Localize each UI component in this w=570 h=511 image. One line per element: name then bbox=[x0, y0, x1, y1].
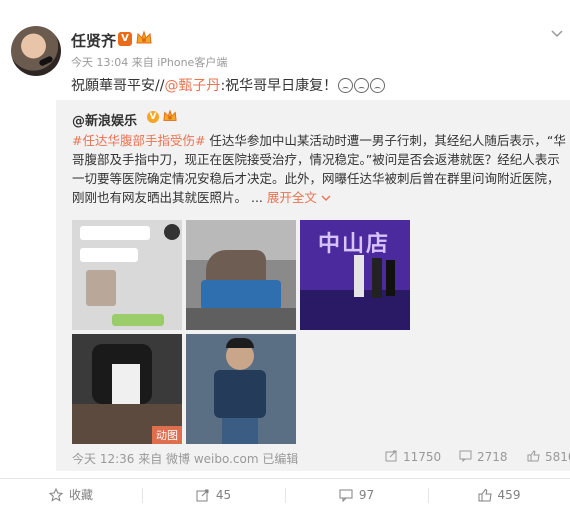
favorite-button[interactable]: 收藏 bbox=[0, 479, 142, 511]
gif-label: 动图 bbox=[152, 426, 182, 444]
repost-source-name[interactable]: @新浪娱乐 bbox=[72, 110, 137, 129]
like-button[interactable]: 459 bbox=[428, 479, 570, 511]
post-text-suffix: :祝华哥早日康复！ bbox=[220, 78, 338, 94]
comment-count: 2718 bbox=[477, 450, 508, 464]
photo-thumbnail[interactable]: 动图 bbox=[72, 334, 182, 444]
photo-thumbnail[interactable] bbox=[186, 220, 296, 330]
forward-icon bbox=[385, 450, 397, 462]
photo-thumbnail[interactable] bbox=[186, 334, 296, 444]
comment-button[interactable]: 97 bbox=[285, 479, 428, 511]
comment-icon bbox=[339, 489, 353, 502]
emoji-icon bbox=[338, 78, 354, 93]
comment-label: 97 bbox=[358, 488, 375, 502]
mention-link[interactable]: @甄子丹 bbox=[164, 78, 220, 94]
repost-body: #任达华腹部手指受伤# 任达华参加中山某活动时遭一男子行刺，其经纪人随后表示，“… bbox=[72, 131, 566, 207]
forward-icon bbox=[196, 489, 209, 502]
forward-button[interactable]: 45 bbox=[142, 479, 285, 511]
author-avatar[interactable] bbox=[11, 26, 61, 76]
repost-like-count[interactable]: 5810 bbox=[527, 450, 570, 464]
verified-icon: V bbox=[118, 32, 132, 46]
photo-thumbnail[interactable]: 中山店 bbox=[300, 220, 410, 330]
post-text: 祝願華哥平安//@甄子丹:祝华哥早日康复！ bbox=[71, 75, 386, 95]
repost-forward-count[interactable]: 11750 bbox=[385, 450, 441, 464]
repost-footer: 今天 12:36 来自 微博 weibo.com 已编辑 11750 2718 … bbox=[72, 450, 570, 466]
like-label: 459 bbox=[497, 488, 521, 502]
expand-link[interactable]: 展开全文 bbox=[267, 190, 317, 205]
more-chevron-icon[interactable] bbox=[550, 28, 564, 38]
member-crown-icon bbox=[163, 109, 177, 121]
favorite-label: 收藏 bbox=[68, 488, 93, 502]
comment-icon bbox=[459, 450, 472, 462]
verified-icon: V bbox=[147, 111, 159, 123]
thumbs-up-icon bbox=[527, 450, 540, 462]
action-bar: 收藏 45 97 459 bbox=[0, 478, 570, 511]
emoji-icon bbox=[354, 78, 370, 93]
chevron-down-icon bbox=[321, 195, 331, 201]
thumbs-up-icon bbox=[478, 488, 492, 502]
hashtag-link[interactable]: #任达华腹部手指受伤# bbox=[72, 133, 205, 148]
photo-thumbnail[interactable] bbox=[72, 220, 182, 330]
forward-count: 11750 bbox=[403, 450, 442, 464]
member-crown-icon bbox=[136, 30, 152, 44]
emoji-icon bbox=[370, 78, 386, 93]
post-meta: 今天 13:04 来自 iPhone客户端 bbox=[71, 56, 228, 69]
like-count: 5810 bbox=[545, 450, 570, 464]
repost-comment-count[interactable]: 2718 bbox=[459, 450, 508, 464]
weibo-card: 任贤齐 V 今天 13:04 来自 iPhone客户端 祝願華哥平安//@甄子丹… bbox=[0, 0, 570, 511]
forward-label: 45 bbox=[215, 488, 232, 502]
star-icon bbox=[48, 488, 63, 502]
post-text-prefix: 祝願華哥平安// bbox=[71, 78, 165, 94]
repost-box: @新浪娱乐 V #任达华腹部手指受伤# 任达华参加中山某活动时遭一男子行刺，其经… bbox=[56, 100, 570, 471]
author-name[interactable]: 任贤齐 bbox=[71, 30, 116, 51]
repost-time-source: 今天 12:36 来自 微博 weibo.com 已编辑 bbox=[72, 452, 299, 466]
